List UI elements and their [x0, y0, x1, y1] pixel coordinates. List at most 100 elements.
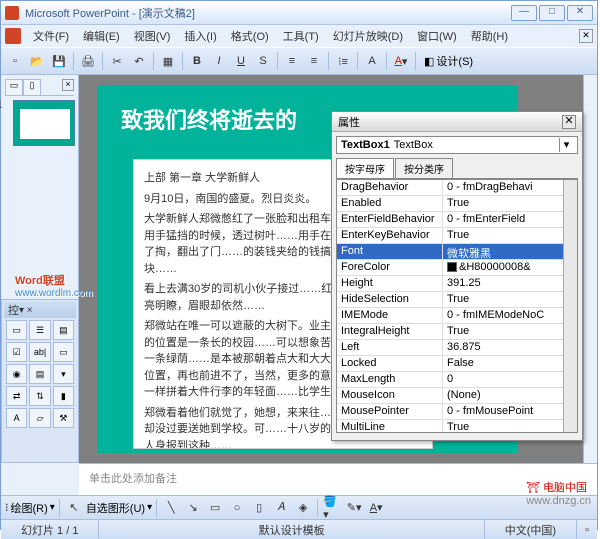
drawing-toolbar: ⁝ 绘图(R) ▾ ↖ 自选图形(U) ▾ ╲ ↘ ▭ ○ ▯ 𝐴 ◈ 🪣▾ ✎…: [1, 495, 597, 519]
maximize-button[interactable]: □: [539, 5, 565, 21]
option-tool[interactable]: ◉: [6, 364, 27, 384]
fill-icon[interactable]: 🪣▾: [322, 498, 342, 518]
menu-edit[interactable]: 编辑(E): [77, 26, 126, 46]
dropdown-icon[interactable]: ▾: [559, 138, 573, 152]
spin-tool[interactable]: ⇅: [29, 386, 50, 406]
line-color-icon[interactable]: ✎▾: [344, 498, 364, 518]
print-icon[interactable]: 🖨: [78, 51, 98, 71]
property-row[interactable]: MousePointer0 - fmMousePoint: [337, 404, 577, 420]
property-row[interactable]: MaxLength0: [337, 372, 577, 388]
menu-insert[interactable]: 插入(I): [178, 26, 222, 46]
menu-format[interactable]: 格式(O): [225, 26, 275, 46]
properties-grid[interactable]: DragBehavior0 - fmDragBehaviEnabledTrueE…: [336, 179, 578, 433]
doc-icon[interactable]: [5, 28, 21, 44]
menu-help[interactable]: 帮助(H): [465, 26, 514, 46]
image-tool[interactable]: ▱: [29, 408, 50, 428]
status-spell-icon[interactable]: ▫: [577, 520, 597, 539]
underline-icon[interactable]: U: [231, 51, 251, 71]
cut-icon[interactable]: ✂: [107, 51, 127, 71]
oval-icon[interactable]: ○: [227, 498, 247, 518]
italic-icon[interactable]: I: [209, 51, 229, 71]
scroll-tool[interactable]: ▮: [53, 386, 74, 406]
property-row[interactable]: Height391.25: [337, 276, 577, 292]
property-row[interactable]: EnterFieldBehavior0 - fmEnterField: [337, 212, 577, 228]
property-row[interactable]: Left36.875: [337, 340, 577, 356]
align-left-icon[interactable]: ≡: [282, 51, 302, 71]
autoshapes-menu[interactable]: 自选图形(U): [86, 500, 145, 516]
footer-watermark: ⛩ 电脑中国 www.dnzg.cn: [526, 479, 591, 507]
bullets-icon[interactable]: ⁝≡: [333, 51, 353, 71]
button-tool[interactable]: ▭: [53, 342, 74, 362]
property-row[interactable]: IntegralHeightTrue: [337, 324, 577, 340]
draw-menu[interactable]: 绘图(R): [11, 500, 48, 516]
property-row[interactable]: LockedFalse: [337, 356, 577, 372]
more-tool[interactable]: ⚒: [53, 408, 74, 428]
property-row[interactable]: Font微软雅黑…: [337, 244, 577, 260]
property-row[interactable]: DragBehavior0 - fmDragBehavi: [337, 180, 577, 196]
toggle-tool[interactable]: ⇄: [6, 386, 27, 406]
slide-thumbnail[interactable]: [13, 100, 75, 146]
property-row[interactable]: ForeColor&H80000008&: [337, 260, 577, 276]
menu-view[interactable]: 视图(V): [128, 26, 177, 46]
outline-tab[interactable]: ▭: [5, 79, 23, 95]
vertical-scrollbar[interactable]: [583, 75, 597, 463]
label-tool[interactable]: A: [6, 408, 27, 428]
properties-tool[interactable]: ☰: [29, 320, 50, 340]
bold-icon[interactable]: B: [187, 51, 207, 71]
object-selector[interactable]: TextBox1 TextBox ▾: [336, 136, 578, 154]
font-color-icon[interactable]: A▾: [391, 51, 411, 71]
menu-window[interactable]: 窗口(W): [411, 26, 463, 46]
shadow-icon[interactable]: S: [253, 51, 273, 71]
textbox-tool[interactable]: ab|: [29, 342, 50, 362]
checkbox-tool[interactable]: ☑: [6, 342, 27, 362]
status-language: 中文(中国): [485, 520, 577, 539]
property-row[interactable]: MultiLineTrue: [337, 420, 577, 433]
undo-icon[interactable]: ↶: [129, 51, 149, 71]
window-title: Microsoft PowerPoint - [演示文稿2]: [25, 5, 511, 21]
menu-file[interactable]: 文件(F): [27, 26, 75, 46]
properties-close-button[interactable]: ✕: [562, 115, 576, 129]
minimize-button[interactable]: —: [511, 5, 537, 21]
property-row[interactable]: IMEMode0 - fmIMEModeNoC: [337, 308, 577, 324]
watermark: Word联盟 www.wordlm.com: [15, 271, 93, 299]
design-button[interactable]: ◧ 设计(S): [420, 53, 477, 69]
select-icon[interactable]: ↖: [64, 498, 84, 518]
font-color2-icon[interactable]: A▾: [366, 498, 386, 518]
close-button[interactable]: ✕: [567, 5, 593, 21]
property-row[interactable]: EnterKeyBehaviorTrue: [337, 228, 577, 244]
open-icon[interactable]: 📂: [27, 51, 47, 71]
code-tool[interactable]: ▤: [53, 320, 74, 340]
menubar: 文件(F) 编辑(E) 视图(V) 插入(I) 格式(O) 工具(T) 幻灯片放…: [1, 25, 597, 47]
notes-pane[interactable]: 单击此处添加备注: [79, 463, 597, 495]
combo-tool[interactable]: ▾: [53, 364, 74, 384]
tab-categorized[interactable]: 按分类序: [395, 158, 453, 178]
property-row[interactable]: MouseIcon(None): [337, 388, 577, 404]
text-icon[interactable]: ▯: [249, 498, 269, 518]
diagram-icon[interactable]: ◈: [293, 498, 313, 518]
titlebar: Microsoft PowerPoint - [演示文稿2] — □ ✕: [1, 1, 597, 25]
toolbox-header[interactable]: 控 ▾ ×: [4, 302, 76, 318]
outline-pane: ▭ ▯ × 1: [1, 75, 79, 299]
save-icon[interactable]: 💾: [49, 51, 69, 71]
property-row[interactable]: EnabledTrue: [337, 196, 577, 212]
pane-close-button[interactable]: ×: [62, 79, 74, 91]
doc-close-button[interactable]: ✕: [579, 29, 593, 43]
properties-scrollbar[interactable]: [563, 180, 577, 432]
align-center-icon[interactable]: ≡: [304, 51, 324, 71]
wordart-icon[interactable]: 𝐴: [271, 498, 291, 518]
property-row[interactable]: HideSelectionTrue: [337, 292, 577, 308]
statusbar: 幻灯片 1 / 1 默认设计模板 中文(中国) ▫: [1, 519, 597, 539]
list-tool[interactable]: ▤: [29, 364, 50, 384]
pointer-tool[interactable]: ▭: [6, 320, 27, 340]
arrow-icon[interactable]: ↘: [183, 498, 203, 518]
table-icon[interactable]: ▦: [158, 51, 178, 71]
new-icon[interactable]: ▫: [5, 51, 25, 71]
tab-alphabetic[interactable]: 按字母序: [336, 158, 394, 178]
menu-slideshow[interactable]: 幻灯片放映(D): [327, 26, 409, 46]
line-icon[interactable]: ╲: [161, 498, 181, 518]
slides-tab[interactable]: ▯: [23, 79, 41, 95]
properties-titlebar[interactable]: 属性 ✕: [332, 112, 582, 132]
menu-tools[interactable]: 工具(T): [277, 26, 325, 46]
font-increase-icon[interactable]: A: [362, 51, 382, 71]
rect-icon[interactable]: ▭: [205, 498, 225, 518]
